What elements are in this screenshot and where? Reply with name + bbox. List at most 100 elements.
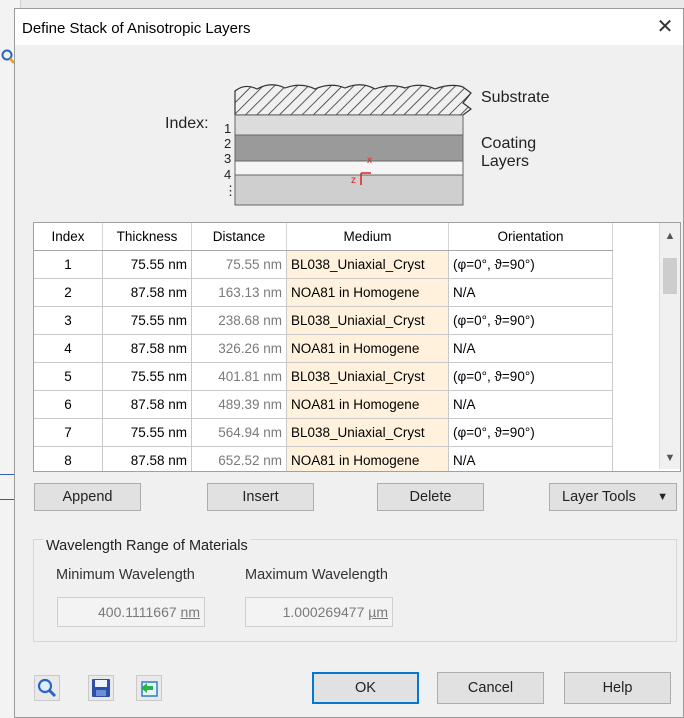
cell-index[interactable]: 1 [34,250,103,279]
scroll-down-icon[interactable]: ▼ [660,449,680,467]
cell-medium[interactable]: BL038_Uniaxial_Cryst [286,418,449,447]
cell-index[interactable]: 7 [34,418,103,447]
cell-index[interactable]: 5 [34,362,103,391]
cell-thickness[interactable]: 75.55 nm [102,362,192,391]
layer-tools-label: Layer Tools [562,489,636,505]
delete-button[interactable]: Delete [377,483,484,511]
cell-medium[interactable]: NOA81 in Homogene [286,446,449,471]
cell-distance[interactable]: 489.39 nm [191,390,287,419]
column-header-index[interactable]: Index [34,223,103,251]
cell-medium[interactable]: BL038_Uniaxial_Cryst [286,250,449,279]
min-wavelength-label: Minimum Wavelength [56,567,195,583]
cell-orientation[interactable]: (φ=0°, ϑ=90°) [448,250,613,279]
insert-button[interactable]: Insert [207,483,314,511]
cell-orientation[interactable]: (φ=0°, ϑ=90°) [448,362,613,391]
cell-thickness[interactable]: 87.58 nm [102,390,192,419]
table-row[interactable]: 1 75.55 nm 75.55 nm BL038_Uniaxial_Cryst (φ=… [34,250,613,279]
min-wavelength-field[interactable]: 400.1111667 nm [57,597,205,627]
cell-index[interactable]: 6 [34,390,103,419]
layer-stack-diagram: Index: 1 2 3 4 ⋮ Substrate Coating Layer… [145,79,565,219]
cell-index[interactable]: 8 [34,446,103,471]
title-bar: Define Stack of Anisotropic Layers ✕ [15,9,683,45]
table-row[interactable]: 4 87.58 nm 326.26 nm NOA81 in Homogene N/A [34,334,613,363]
cancel-button[interactable]: Cancel [437,672,544,704]
cell-medium[interactable]: NOA81 in Homogene [286,390,449,419]
index-label: Index: [165,115,209,132]
cell-distance[interactable]: 564.94 nm [191,418,287,447]
wavelength-group-title: Wavelength Range of Materials [43,538,251,554]
cell-index[interactable]: 4 [34,334,103,363]
cell-index[interactable]: 2 [34,278,103,307]
close-icon[interactable]: ✕ [653,16,677,40]
layers-label: Layers [481,153,530,170]
floppy-graphic [92,679,110,697]
cell-orientation[interactable]: N/A [448,334,613,363]
cell-distance[interactable]: 238.68 nm [191,306,287,335]
substrate-label: Substrate [481,89,550,106]
cell-distance[interactable]: 163.13 nm [191,278,287,307]
cell-orientation[interactable]: N/A [448,446,613,471]
magnifier-graphic [37,678,57,698]
layer-2-shape [234,134,464,162]
scroll-thumb[interactable] [663,258,677,294]
column-header-orientation[interactable]: Orientation [448,223,613,251]
table-row[interactable]: 7 75.55 nm 564.94 nm BL038_Uniaxial_Cryst (φ… [34,418,613,447]
save-icon[interactable] [88,675,114,701]
search-icon[interactable] [34,675,60,701]
append-button[interactable]: Append [34,483,141,511]
cell-medium[interactable]: NOA81 in Homogene [286,278,449,307]
cell-medium[interactable]: BL038_Uniaxial_Cryst [286,306,449,335]
cell-thickness[interactable]: 75.55 nm [102,250,192,279]
cell-medium[interactable]: BL038_Uniaxial_Cryst [286,362,449,391]
table-scrollbar[interactable]: ▲ ▼ [659,223,680,469]
table-row[interactable]: 5 75.55 nm 401.81 nm BL038_Uniaxial_Cryst (φ… [34,362,613,391]
table-row[interactable]: 8 87.58 nm 652.52 nm NOA81 in Homogene N/A [34,446,613,471]
scroll-up-icon[interactable]: ▲ [660,227,680,245]
cell-thickness[interactable]: 75.55 nm [102,418,192,447]
index-number: 3 [224,151,232,166]
ok-button[interactable]: OK [312,672,419,704]
column-header-thickness[interactable]: Thickness [102,223,192,251]
layer-tools-button[interactable]: Layer Tools ▼ [549,483,677,511]
cell-distance[interactable]: 326.26 nm [191,334,287,363]
max-wavelength-field[interactable]: 1.000269477 µm [245,597,393,627]
help-button[interactable]: Help [564,672,671,704]
table-row[interactable]: 2 87.58 nm 163.13 nm NOA81 in Homogene N/A [34,278,613,307]
export-graphic [141,681,158,697]
column-header-distance[interactable]: Distance [191,223,287,251]
dialog-title: Define Stack of Anisotropic Layers [22,20,251,37]
layer-table: Index Thickness Distance Medium Orientat… [33,222,681,472]
cell-thickness[interactable]: 87.58 nm [102,278,192,307]
cell-orientation[interactable]: N/A [448,390,613,419]
cell-distance[interactable]: 75.55 nm [191,250,287,279]
layer-3-shape [234,160,464,176]
cell-orientation[interactable]: N/A [448,278,613,307]
cell-index[interactable]: 3 [34,306,103,335]
max-wavelength-value: 1.000269477 [282,604,365,620]
cell-medium[interactable]: NOA81 in Homogene [286,334,449,363]
layer-1-shape [234,114,464,136]
cell-distance[interactable]: 401.81 nm [191,362,287,391]
cell-orientation[interactable]: (φ=0°, ϑ=90°) [448,418,613,447]
max-wavelength-unit: µm [368,604,388,620]
table-row[interactable]: 3 75.55 nm 238.68 nm BL038_Uniaxial_Cryst (φ… [34,306,613,335]
cell-thickness[interactable]: 87.58 nm [102,334,192,363]
index-number: 1 [224,121,232,136]
max-wavelength-label: Maximum Wavelength [245,567,388,583]
layer-4-shape [234,174,464,206]
export-icon[interactable] [136,675,162,701]
min-wavelength-value: 400.1111667 [98,604,177,620]
table-header-row: Index Thickness Distance Medium Orientat… [34,223,613,251]
cell-thickness[interactable]: 87.58 nm [102,446,192,471]
substrate-shape [234,84,472,116]
index-ellipsis: ⋮ [224,183,237,198]
index-number: 2 [224,136,232,151]
cell-thickness[interactable]: 75.55 nm [102,306,192,335]
cell-distance[interactable]: 652.52 nm [191,446,287,471]
axis-x-label: x [367,155,372,166]
column-header-medium[interactable]: Medium [286,223,449,251]
coating-label: Coating [481,135,537,152]
layer-stack-dialog: Define Stack of Anisotropic Layers ✕ Ind… [14,8,684,718]
cell-orientation[interactable]: (φ=0°, ϑ=90°) [448,306,613,335]
table-row[interactable]: 6 87.58 nm 489.39 nm NOA81 in Homogene N/A [34,390,613,419]
